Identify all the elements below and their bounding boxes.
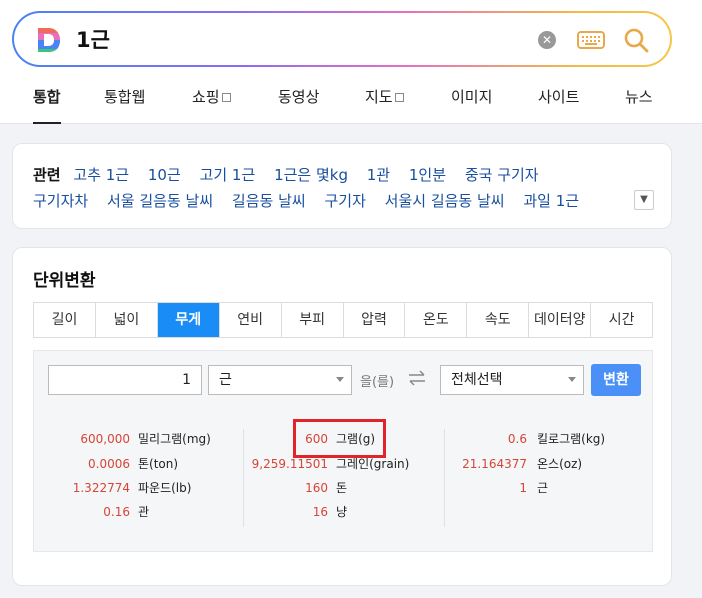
related-line-2: 구기자차 서울 길음동 날씨 길음동 날씨 구기자 서울시 길음동 날씨 과일 … <box>33 190 593 211</box>
tab-shopping[interactable]: 쇼핑 <box>192 86 231 124</box>
swap-arrows-icon[interactable] <box>408 370 426 386</box>
result-value: 1.322774 <box>72 481 130 495</box>
clear-icon[interactable]: ✕ <box>538 31 556 49</box>
tab-label: 사이트 <box>538 88 580 106</box>
result-row: 0.0006 톤(ton) <box>34 456 234 472</box>
tab-integrated-web[interactable]: 통합웹 <box>104 86 145 124</box>
tab-label: 이미지 <box>451 88 493 106</box>
unit-tab-length[interactable]: 길이 <box>34 303 96 337</box>
tab-label: 지도 <box>365 88 393 106</box>
to-unit-value: 전체선택 <box>451 372 503 388</box>
related-link[interactable]: 1인분 <box>409 166 446 184</box>
result-unit: 돈 <box>336 481 348 495</box>
amount-input[interactable] <box>48 365 202 395</box>
related-link[interactable]: 서울시 길음동 날씨 <box>385 192 505 210</box>
tab-label: 통합웹 <box>104 88 146 106</box>
from-unit-value: 근 <box>219 372 232 388</box>
related-link[interactable]: 중국 구기자 <box>465 166 539 184</box>
tab-label: 뉴스 <box>625 88 653 106</box>
related-line-1: 관련 고추 1근 10근 고기 1근 1근은 몇kg 1관 1인분 중국 구기자 <box>33 164 553 185</box>
related-link[interactable]: 1관 <box>367 166 390 184</box>
related-link[interactable]: 구기자차 <box>33 192 88 210</box>
result-value: 0.6 <box>507 432 527 446</box>
result-value: 0.0006 <box>88 457 130 471</box>
result-unit: 킬로그램(kg) <box>537 432 606 446</box>
result-row: 9,259.11501 그레인(grain) <box>244 456 444 472</box>
result-row: 0.6 킬로그램(kg) <box>445 431 653 447</box>
unit-tab-weight[interactable]: 무게 <box>157 303 220 337</box>
result-unit: 냥 <box>336 505 348 519</box>
result-unit: 근 <box>537 481 549 495</box>
related-link[interactable]: 과일 1근 <box>523 192 579 210</box>
result-row: 1.322774 파운드(lb) <box>34 480 234 496</box>
related-link[interactable]: 길음동 날씨 <box>232 192 306 210</box>
related-link[interactable]: 10근 <box>148 166 181 184</box>
unit-tab-temperature[interactable]: 온도 <box>405 303 468 337</box>
unit-tab-fuel[interactable]: 연비 <box>219 303 282 337</box>
related-link[interactable]: 구기자 <box>324 192 365 210</box>
search-icon[interactable] <box>623 27 649 53</box>
expand-chevron-icon[interactable]: ▼ <box>634 190 654 210</box>
convert-button[interactable]: 변환 <box>591 364 641 396</box>
unit-tab-data[interactable]: 데이터양 <box>529 303 592 337</box>
unit-tab-pressure[interactable]: 압력 <box>343 303 406 337</box>
unit-tab-speed[interactable]: 속도 <box>467 303 530 337</box>
keyboard-icon[interactable] <box>577 30 605 50</box>
tab-news[interactable]: 뉴스 <box>625 86 653 124</box>
search-tabs: 통합 통합웹 쇼핑 동영상 지도 이미지 사이트 뉴스 <box>0 78 702 124</box>
result-row: 160 돈 <box>244 480 444 496</box>
dropdown-arrow-icon <box>336 377 344 382</box>
result-value: 21.164377 <box>462 457 527 471</box>
result-value: 0.16 <box>103 505 130 519</box>
related-title: 관련 <box>33 166 61 184</box>
related-link[interactable]: 서울 길음동 날씨 <box>107 192 213 210</box>
result-row: 600,000 밀리그램(mg) <box>34 431 234 447</box>
tab-map[interactable]: 지도 <box>365 86 404 124</box>
result-row: 0.16 관 <box>34 504 234 520</box>
unit-tab-area[interactable]: 넓이 <box>95 303 158 337</box>
result-value: 160 <box>305 481 328 495</box>
result-row: 16 냥 <box>244 504 444 520</box>
result-row: 1 근 <box>445 480 653 496</box>
result-unit: 관 <box>138 505 150 519</box>
related-link[interactable]: 고기 1근 <box>200 166 256 184</box>
result-unit: 그레인(grain) <box>336 457 410 471</box>
result-unit: 밀리그램(mg) <box>138 432 211 446</box>
external-window-icon <box>221 93 231 102</box>
converter-title: 단위변환 <box>33 271 96 291</box>
result-value: 9,259.11501 <box>251 457 328 471</box>
search-bar: ✕ <box>12 11 672 67</box>
tab-sites[interactable]: 사이트 <box>538 86 579 124</box>
tab-images[interactable]: 이미지 <box>451 86 492 124</box>
result-unit: 온스(oz) <box>537 457 583 471</box>
search-input[interactable] <box>76 23 476 55</box>
object-particle-label: 을(를) <box>360 375 395 390</box>
search-bar-inner: ✕ <box>14 13 670 65</box>
unit-tab-time[interactable]: 시간 <box>591 303 653 337</box>
related-link[interactable]: 1근은 몇kg <box>274 166 348 184</box>
dropdown-arrow-icon <box>568 377 576 382</box>
result-value: 16 <box>312 505 328 519</box>
result-unit: 톤(ton) <box>138 457 179 471</box>
tab-label: 동영상 <box>278 88 320 106</box>
related-searches: 관련 고추 1근 10근 고기 1근 1근은 몇kg 1관 1인분 중국 구기자… <box>12 143 672 229</box>
tab-label: 쇼핑 <box>192 88 220 106</box>
highlight-box <box>293 419 386 458</box>
result-value: 600,000 <box>80 432 130 446</box>
tab-label: 통합 <box>33 88 61 106</box>
unit-tabs: 길이 넓이 무게 연비 부피 압력 온도 속도 데이터양 시간 <box>33 302 653 338</box>
related-link[interactable]: 고추 1근 <box>73 166 129 184</box>
tab-integrated[interactable]: 통합 <box>33 86 61 124</box>
header: ✕ 통합 통합웹 쇼핑 동영상 지도 이미지 사이트 뉴스 <box>0 0 702 124</box>
unit-tab-volume[interactable]: 부피 <box>281 303 344 337</box>
external-window-icon <box>394 93 404 102</box>
result-value: 1 <box>519 481 527 495</box>
from-unit-select[interactable]: 근 <box>208 365 352 395</box>
result-row: 21.164377 온스(oz) <box>445 456 653 472</box>
daum-logo-icon[interactable] <box>36 26 62 54</box>
unit-converter: 단위변환 길이 넓이 무게 연비 부피 압력 온도 속도 데이터양 시간 근 을… <box>12 247 672 586</box>
tab-video[interactable]: 동영상 <box>278 86 319 124</box>
to-unit-select[interactable]: 전체선택 <box>440 365 584 395</box>
result-unit: 파운드(lb) <box>138 481 192 495</box>
